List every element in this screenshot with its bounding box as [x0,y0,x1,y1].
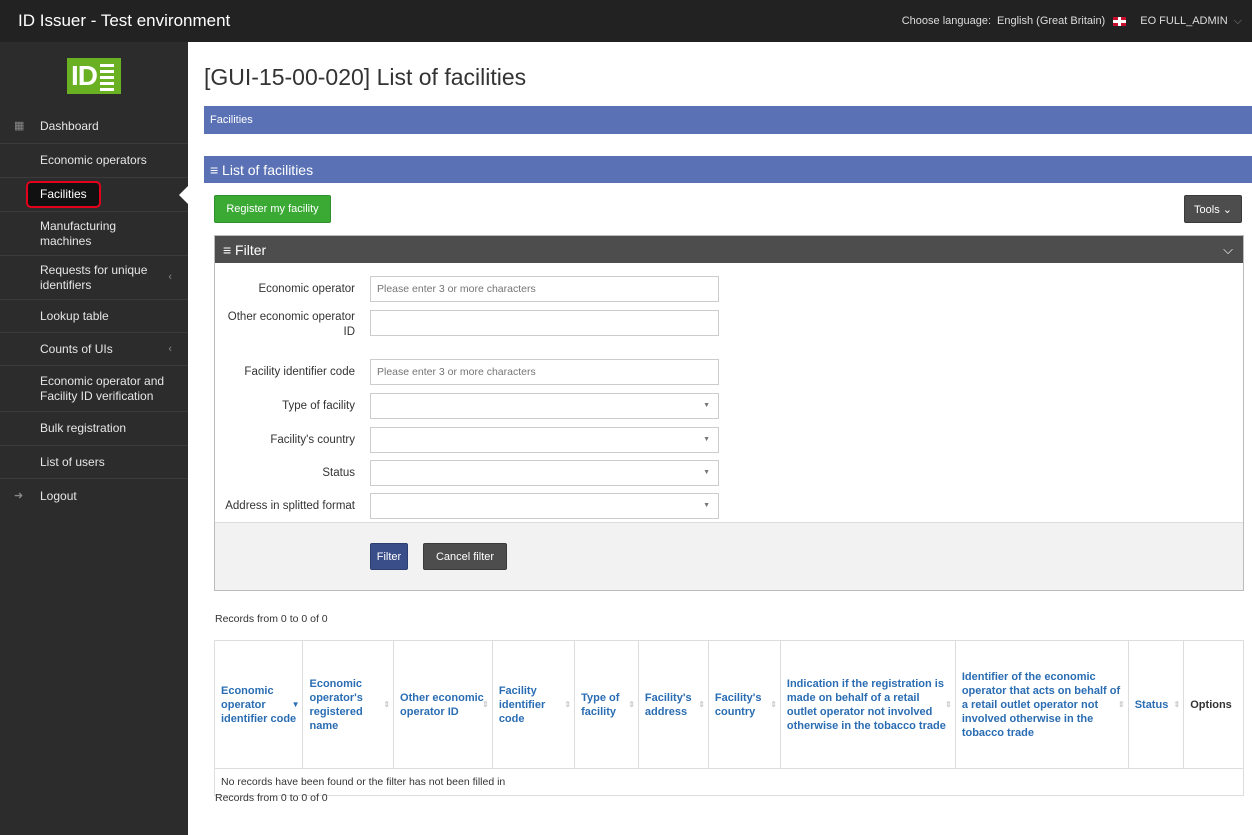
status-select[interactable]: ▼ [370,460,719,486]
logout-icon: ➜ [14,489,24,502]
sort-icon: ⇕ [564,699,572,709]
address-split-label: Address in splitted format [225,499,355,512]
sidebar-item-bulk-registration[interactable]: Bulk registration [0,412,188,446]
chevron-left-icon: ‹ [168,271,172,283]
breadcrumb: Facilities [204,106,1252,134]
filter-row-country: Facility's country [215,427,355,453]
breadcrumb-item[interactable]: Facilities [210,114,253,126]
qr-code-icon [100,61,114,91]
column-header-eo-name[interactable]: Economic operator's registered name ⇕ [302,640,395,769]
column-header-eo-id-code[interactable]: Economic operator identifier code ▼ [213,640,304,769]
status-label: Status [322,466,355,479]
column-header-eo-on-behalf[interactable]: Identifier of the economic operator that… [954,640,1129,769]
column-header-status[interactable]: Status ⇕ [1127,640,1185,769]
records-count-bottom: Records from 0 to 0 of 0 [215,792,328,804]
chevron-down-icon[interactable]: ⌵ [1234,15,1242,28]
top-right-area: Choose language: English (Great Britain)… [902,15,1252,28]
filter-row-address: Address in splitted format [215,493,355,519]
facility-id-code-input[interactable] [370,359,719,385]
column-header-other-eo-id[interactable]: Other economic operator ID ⇕ [393,640,493,769]
sidebar-item-logout[interactable]: ➜ Logout [0,479,188,513]
sidebar-item-eo-facility-verification[interactable]: Economic operator and Facility ID verifi… [0,366,188,412]
sort-icon: ⇕ [945,699,952,709]
facility-id-code-label: Facility identifier code [244,365,355,378]
page-title: [GUI-15-00-020] List of facilities [204,64,527,90]
filter-button[interactable]: Filter [370,543,408,570]
sidebar-item-counts-of-uis[interactable]: Counts of UIs ‹ [0,333,188,366]
sort-icon: ⇕ [770,699,777,709]
sort-icon: ⇕ [383,699,391,709]
facility-country-select[interactable]: ▼ [370,427,719,453]
filter-row-facility-id: Facility identifier code [215,359,355,385]
tools-button[interactable]: Tools ⌄ [1184,195,1242,223]
language-label: Choose language: [901,15,992,27]
dropdown-arrow-icon: ▼ [703,469,710,476]
type-of-facility-select[interactable]: ▼ [370,393,719,419]
column-header-options: Options [1183,640,1244,769]
sidebar-item-requests-ui[interactable]: Requests for unique identifiers ‹ [0,256,188,300]
logo-area: ID [0,42,188,110]
sort-icon: ⇕ [698,699,705,709]
chevron-down-icon[interactable]: ⌵ [1223,242,1233,258]
records-count-top: Records from 0 to 0 of 0 [215,613,328,625]
language-select[interactable]: English (Great Britain) [997,15,1105,27]
sidebar-item-dashboard[interactable]: ▦ Dashboard [0,110,188,144]
filter-header[interactable]: ≡ Filter ⌵ [215,236,1243,263]
filter-row-economic-operator: Economic operator [215,276,355,302]
sidebar: ID ▦ Dashboard Economic operators Facili… [0,42,188,835]
facilities-table: Economic operator identifier code ▼ Econo… [213,640,1244,796]
dropdown-arrow-icon: ▼ [703,436,710,443]
other-eo-id-input[interactable] [370,310,719,336]
economic-operator-input[interactable] [370,276,719,302]
economic-operator-label: Economic operator [258,282,355,295]
list-panel-header: ≡ List of facilities [204,156,1252,183]
main-content: [GUI-15-00-020] List of facilities Facil… [188,42,1252,835]
chevron-left-icon: ‹ [168,342,172,355]
table-row: No records have been found or the filter… [214,768,1244,796]
facility-country-label: Facility's country [270,433,355,446]
user-menu[interactable]: EO FULL_ADMIN [1140,15,1227,27]
sort-icon: ⇕ [628,699,635,709]
sidebar-item-list-of-users[interactable]: List of users [0,446,188,479]
filter-panel: ≡ Filter ⌵ Economic operator Other econo… [214,235,1244,591]
filter-row-other-eo-id: Other economic operator ID [215,310,355,340]
other-eo-id-label: Other economic operator ID [227,311,355,338]
column-header-country[interactable]: Facility's country ⇕ [707,640,781,769]
column-header-type[interactable]: Type of facility ⇕ [574,640,639,769]
dropdown-arrow-icon: ▼ [703,502,710,509]
empty-table-message: No records have been found or the filter… [214,768,1244,796]
sidebar-item-facilities[interactable]: Facilities [0,178,188,212]
filter-row-status: Status [215,460,355,486]
dropdown-arrow-icon: ▼ [703,402,710,409]
top-bar: ID Issuer - Test environment Choose lang… [0,0,1252,42]
sort-icon: ⇕ [482,699,489,709]
uk-flag-icon [1113,16,1127,26]
filter-footer: Filter Cancel filter [215,522,1243,590]
cancel-filter-button[interactable]: Cancel filter [423,543,507,570]
register-facility-button[interactable]: Register my facility [214,195,331,223]
sort-icon: ⇕ [1117,699,1125,709]
sort-desc-icon: ▼ [291,699,300,709]
address-split-select[interactable]: ▼ [370,493,719,519]
column-header-retail-indication[interactable]: Indication if the registration is made o… [779,640,956,769]
dashboard-icon: ▦ [14,120,25,132]
app-title: ID Issuer - Test environment [18,11,231,30]
filter-row-type: Type of facility [215,393,355,419]
sidebar-item-economic-operators[interactable]: Economic operators [0,144,188,178]
sidebar-item-manufacturing-machines[interactable]: Manufacturing machines [0,212,188,256]
active-indicator [179,185,188,204]
column-header-facility-id-code[interactable]: Facility identifier code ⇕ [491,640,576,769]
sort-icon: ⇕ [1173,699,1181,709]
type-of-facility-label: Type of facility [282,399,355,412]
sidebar-item-lookup-table[interactable]: Lookup table [0,300,188,333]
id-issuer-logo: ID [67,58,121,94]
column-header-address[interactable]: Facility's address ⇕ [637,640,709,769]
